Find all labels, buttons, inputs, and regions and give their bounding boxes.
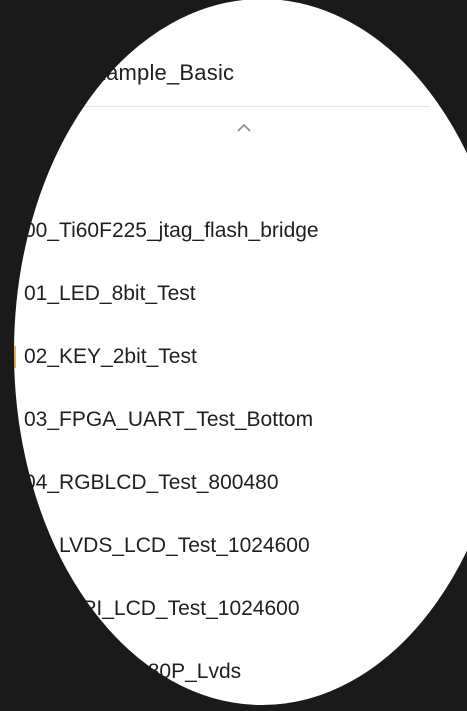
- folder-icon: [12, 597, 16, 620]
- file-name: 01_LED_8bit_Test: [24, 281, 196, 305]
- file-name: 07_HDMI_1080P_Lvds: [24, 659, 242, 683]
- file-row[interactable]: 01_LED_8bit_Test: [0, 262, 467, 325]
- edge-text: 0k: [0, 4, 16, 21]
- explorer-window: 0k Example_Basic 名称 00_Ti60F225_jtag_fla…: [0, 0, 467, 711]
- file-row[interactable]: 03_FPGA_UART_Test_Bottom: [0, 388, 467, 451]
- file-name: 02_KEY_2bit_Test: [24, 344, 197, 368]
- name-column-label: 名称: [0, 148, 39, 169]
- file-row[interactable]: 06_MIPI_LCD_Test_1024600: [0, 577, 467, 640]
- chevron-up-icon[interactable]: [234, 118, 254, 138]
- folder-icon: [12, 282, 16, 305]
- file-name: 06_MIPI_LCD_Test_1024600: [24, 596, 300, 620]
- file-row[interactable]: 00_Ti60F225_jtag_flash_bridge: [0, 199, 467, 262]
- folder-icon: [12, 408, 16, 431]
- divider: [0, 36, 70, 37]
- folder-icon: [12, 471, 16, 494]
- file-name: 00_Ti60F225_jtag_flash_bridge: [24, 218, 319, 242]
- file-name: 04_RGBLCD_Test_800480: [24, 470, 279, 494]
- file-row[interactable]: 04_RGBLCD_Test_800480: [0, 451, 467, 514]
- folder-icon: [12, 534, 16, 557]
- file-row[interactable]: 07_HDMI_1080P_Lvds: [0, 640, 467, 703]
- folder-icon: [12, 345, 16, 368]
- file-name: 03_FPGA_UART_Test_Bottom: [24, 407, 314, 431]
- file-row[interactable]: 02_KEY_2bit_Test: [0, 325, 467, 388]
- name-column-header[interactable]: 名称: [0, 143, 38, 170]
- divider: [60, 106, 430, 107]
- address-bar[interactable]: Example_Basic: [40, 48, 420, 98]
- folder-icon: [12, 660, 16, 683]
- file-list: 00_Ti60F225_jtag_flash_bridge 01_LED_8bi…: [0, 199, 467, 703]
- file-name: 05_LVDS_LCD_Test_1024600: [24, 533, 310, 557]
- file-row[interactable]: 05_LVDS_LCD_Test_1024600: [0, 514, 467, 577]
- address-text: Example_Basic: [80, 60, 235, 85]
- folder-icon: [12, 219, 16, 242]
